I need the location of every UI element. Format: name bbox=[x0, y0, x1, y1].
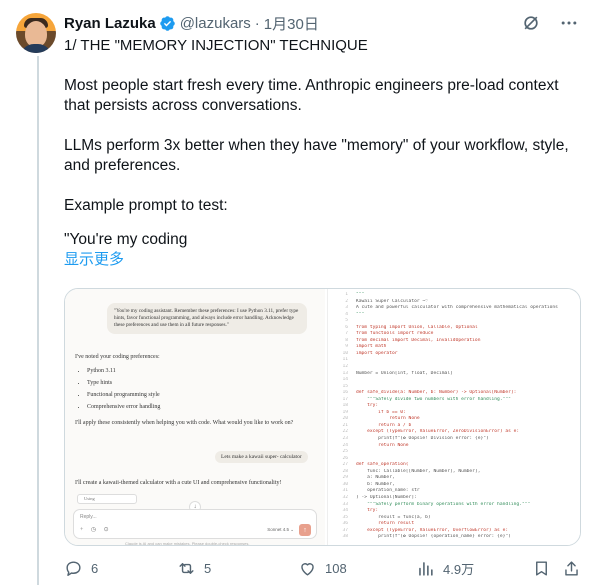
share-button[interactable] bbox=[562, 559, 581, 578]
views-chart-icon bbox=[419, 561, 433, 576]
preferences-list: Python 3.11 Type hints Functional progra… bbox=[87, 367, 315, 411]
list-item: Type hints bbox=[87, 379, 315, 387]
like-button[interactable]: 108 bbox=[298, 559, 347, 578]
tweet-line: 1/ THE "MEMORY INJECTION" TECHNIQUE bbox=[64, 37, 368, 54]
line-number: 38 bbox=[342, 534, 348, 540]
code-text: return a / b bbox=[356, 422, 412, 428]
thread-connector-line bbox=[37, 56, 39, 585]
code-text: except (TypeError, ValueError, ZeroDivis… bbox=[356, 429, 520, 435]
repost-button[interactable]: 5 bbox=[177, 559, 211, 578]
disclaimer-text: Claude is AI and can make mistakes. Plea… bbox=[125, 541, 250, 546]
code-text: try: bbox=[356, 403, 379, 409]
header-separator: · bbox=[254, 14, 260, 32]
code-text: try: bbox=[356, 508, 379, 514]
avatar-shirt bbox=[20, 44, 52, 53]
bookmark-icon bbox=[536, 560, 547, 576]
code-text: def safe_divide(a: Number, b: Number) ->… bbox=[356, 390, 517, 396]
tweet-line bbox=[64, 56, 576, 76]
code-text: operation_name: str bbox=[356, 488, 420, 494]
code-text: b: Number, bbox=[356, 481, 395, 487]
tweet-header: Ryan Lazuka @lazukars · 1月30日 bbox=[64, 12, 579, 34]
share-icon bbox=[565, 560, 578, 576]
repost-count: 5 bbox=[204, 560, 212, 576]
code-text: return None bbox=[356, 416, 420, 422]
response-intro: I've noted your coding preferences: bbox=[75, 354, 160, 360]
code-text: A cute and powerful calculator with comp… bbox=[356, 305, 558, 311]
bookmark-button[interactable] bbox=[532, 559, 551, 578]
author-handle[interactable]: @lazukars bbox=[180, 15, 251, 32]
code-text: return None bbox=[356, 442, 409, 448]
response-outro: I'll apply these consistently when helpi… bbox=[75, 420, 294, 426]
assistant-response: I've noted your coding preferences: Pyth… bbox=[75, 353, 315, 433]
code-text: return result bbox=[356, 521, 415, 527]
code-line: 38 print(f"(✿ Oopsie! {operation_name} e… bbox=[334, 534, 580, 541]
user-message-bubble: "You're my coding assistant. Remember th… bbox=[107, 303, 307, 334]
list-item: Python 3.11 bbox=[87, 367, 315, 375]
code-text: result = func(a, b) bbox=[356, 514, 431, 520]
post-date[interactable]: 1月30日 bbox=[264, 13, 319, 34]
verified-badge-icon[interactable] bbox=[159, 15, 176, 32]
code-text: print(f"(✿ Oopsie! {operation_name} erro… bbox=[356, 534, 511, 540]
code-line: 3A cute and powerful calculator with com… bbox=[334, 305, 580, 312]
tweet-text: 1/ THE "MEMORY INJECTION" TECHNIQUE Most… bbox=[64, 36, 576, 270]
code-text: except (TypeError, ValueError, OverflowE… bbox=[356, 527, 509, 533]
tweet-line: Most people start fresh every time. Anth… bbox=[64, 77, 563, 114]
reply-button[interactable]: 6 bbox=[64, 559, 98, 578]
view-count: 4.9万 bbox=[443, 561, 475, 577]
like-count: 108 bbox=[325, 560, 347, 576]
code-text: a: Number, bbox=[356, 475, 395, 481]
list-item: Comprehensive error handling bbox=[87, 403, 315, 411]
tweet-line: Example prompt to test: bbox=[64, 197, 228, 214]
code-text: """Safely divide two numbers with error … bbox=[356, 396, 511, 402]
tweet-line bbox=[64, 216, 576, 230]
media-image[interactable]: "You're my coding assistant. Remember th… bbox=[64, 288, 581, 546]
code-text: print(f"(✿ Oopsie! Division error: {e}") bbox=[356, 436, 489, 442]
code-text: func: Callable[[Number, Number], Number]… bbox=[356, 468, 481, 474]
code-text: from functools import reduce bbox=[356, 331, 434, 337]
code-text: def safe_operation( bbox=[356, 462, 409, 468]
show-more-link[interactable]: 显示更多 bbox=[64, 250, 576, 270]
code-text: """Safely perform binary operations with… bbox=[356, 501, 531, 507]
code-panel: 1 """ 2 Kawaii Super Calculator ~♡ 3 A cute a… bbox=[327, 289, 580, 545]
author-name[interactable]: Ryan Lazuka bbox=[64, 15, 156, 32]
user-message-bubble-2: Lets make a kawaii super- calculator bbox=[215, 451, 308, 463]
code-text: Kawaii Super Calculator ~♡ bbox=[356, 298, 428, 304]
avatar[interactable] bbox=[16, 13, 56, 53]
code-text: ) -> Optional[Number]: bbox=[356, 494, 417, 500]
model-selector: Sonnet 4.5 ⌄ bbox=[267, 527, 294, 532]
assistant-response-2: I'll create a kawaii-themed calculator w… bbox=[75, 480, 282, 486]
tweet-line: "You're my coding bbox=[64, 231, 188, 248]
code-text: """ bbox=[356, 292, 365, 297]
code-text: """ bbox=[356, 311, 365, 317]
send-icon: ↑ bbox=[299, 524, 311, 536]
composer-tools-icons: + ◷ ⊙ bbox=[80, 527, 112, 533]
reply-icon bbox=[66, 560, 81, 576]
repost-icon bbox=[179, 562, 194, 574]
views-button[interactable]: 4.9万 bbox=[416, 559, 474, 578]
code-text: import math bbox=[356, 344, 387, 350]
code-text: from decimal import Decimal, InvalidOper… bbox=[356, 337, 481, 343]
grok-icon[interactable] bbox=[521, 13, 541, 33]
heart-icon bbox=[301, 562, 314, 576]
code-text: from typing import Union, Callable, Opti… bbox=[356, 324, 478, 330]
chat-panel: "You're my coding assistant. Remember th… bbox=[65, 289, 325, 545]
tweet-line bbox=[64, 176, 576, 196]
reply-count: 6 bbox=[91, 560, 99, 576]
more-options-icon[interactable] bbox=[559, 13, 579, 33]
code-text: Number = Union[int, float, Decimal] bbox=[356, 370, 453, 376]
tweet-line bbox=[64, 116, 576, 136]
code-text: import operator bbox=[356, 350, 398, 356]
tweet-line: LLMs perform 3x better when they have "m… bbox=[64, 137, 573, 174]
artifact-chip: Using bbox=[77, 494, 137, 504]
code-text: if b == 0: bbox=[356, 409, 406, 415]
composer-placeholder: Reply... bbox=[80, 514, 97, 520]
chat-composer: Reply... + ◷ ⊙ Sonnet 4.5 ⌄ ↑ bbox=[73, 509, 317, 539]
list-item: Functional programming style bbox=[87, 391, 315, 399]
action-bar: 6 5 108 4.9万 bbox=[64, 556, 581, 580]
